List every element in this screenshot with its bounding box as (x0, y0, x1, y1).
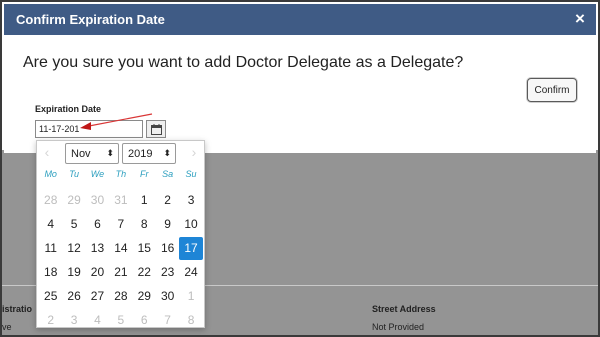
weekday-label: Su (185, 169, 197, 179)
calendar-day[interactable]: 29 (133, 285, 156, 308)
calendar-day[interactable]: 1 (133, 189, 156, 212)
calendar-day-other-month[interactable]: 1 (179, 285, 202, 308)
calendar-day[interactable]: 18 (39, 261, 62, 284)
calendar-day-other-month[interactable]: 28 (39, 189, 62, 212)
calendar-day[interactable]: 11 (39, 237, 62, 260)
chevron-left-icon[interactable]: ‹ (40, 145, 54, 159)
calendar-icon (150, 123, 162, 135)
calendar-day[interactable]: 26 (62, 285, 85, 308)
calendar-day[interactable]: 23 (156, 261, 179, 284)
bg-column-label-1: istratio (2, 304, 33, 314)
close-icon[interactable]: × (571, 10, 589, 28)
weekday-label: Fr (140, 169, 149, 179)
calendar-day[interactable]: 10 (179, 213, 202, 236)
calendar-day[interactable]: 25 (39, 285, 62, 308)
calendar-day-other-month[interactable]: 2 (39, 309, 62, 332)
calendar-day[interactable]: 28 (109, 285, 132, 308)
weekday-label: We (90, 169, 105, 179)
calendar-day[interactable]: 21 (109, 261, 132, 284)
calendar-day[interactable]: 30 (156, 285, 179, 308)
expiration-date-label: Expiration Date (35, 104, 102, 114)
month-select-value: Nov (71, 147, 91, 160)
calendar-day-other-month[interactable]: 4 (86, 309, 109, 332)
calendar-day[interactable]: 2 (156, 189, 179, 212)
calendar-day-other-month[interactable]: 6 (133, 309, 156, 332)
bg-street-address-value: Not Provided (372, 322, 425, 332)
weekday-label: Th (115, 169, 127, 179)
calendar-week-row: 25 26 27 28 29 30 1 (39, 285, 203, 309)
calendar-day[interactable]: 12 (62, 237, 85, 260)
weekday-header: Mo Tu We Th Fr Sa Su (39, 169, 203, 179)
calendar-day[interactable]: 15 (133, 237, 156, 260)
calendar-week-row: 2345678 (39, 309, 203, 333)
confirm-expiration-modal: Confirm Expiration Date × Are you sure y… (4, 4, 596, 153)
calendar-day[interactable]: 19 (62, 261, 85, 284)
calendar-day-other-month[interactable]: 5 (109, 309, 132, 332)
calendar-day-other-month[interactable]: 3 (62, 309, 85, 332)
calendar-grid: 28 29 30 31 1 2 3 4 5 6 7 8 9 10 11 12 13 14 15 16 17 18 19 20 2… (39, 189, 203, 333)
calendar-day[interactable]: 5 (62, 213, 85, 236)
screenshot-frame: istratio ve Street Address Not Provided … (0, 0, 600, 337)
expiration-date-input[interactable] (35, 120, 143, 138)
calendar-day-other-month[interactable]: 29 (62, 189, 85, 212)
calendar-day-other-month[interactable]: 30 (86, 189, 109, 212)
calendar-day[interactable]: 8 (133, 213, 156, 236)
weekday-label: Sa (162, 169, 174, 179)
bg-street-address-label: Street Address (372, 304, 436, 314)
bg-column-value-1: ve (2, 322, 12, 332)
calendar-week-row: 18 19 20 21 22 23 24 (39, 261, 203, 285)
calendar-day[interactable]: 13 (86, 237, 109, 260)
month-select[interactable]: Nov ⬍ (65, 143, 119, 164)
calendar-week-row: 11 12 13 14 15 16 17 (39, 237, 203, 261)
calendar-day-other-month[interactable]: 31 (109, 189, 132, 212)
modal-title: Confirm Expiration Date (16, 12, 165, 27)
calendar-day[interactable]: 4 (39, 213, 62, 236)
chevron-right-icon[interactable]: › (187, 145, 201, 159)
calendar-day[interactable]: 3 (179, 189, 202, 212)
calendar-day[interactable]: 9 (156, 213, 179, 236)
calendar-day[interactable]: 27 (86, 285, 109, 308)
calendar-day[interactable]: 20 (86, 261, 109, 284)
confirmation-question: Are you sure you want to add Doctor Dele… (23, 54, 464, 71)
weekday-label: Mo (44, 169, 57, 179)
datepicker-header: ‹ Nov ⬍ 2019 ⬍ › (37, 141, 204, 165)
calendar-day[interactable]: 24 (179, 261, 202, 284)
calendar-week-row: 28 29 30 31 1 2 3 (39, 189, 203, 213)
datepicker: ‹ Nov ⬍ 2019 ⬍ › Mo Tu We Th Fr Sa Su 28… (36, 140, 205, 328)
calendar-day[interactable]: 6 (86, 213, 109, 236)
calendar-day-other-month[interactable]: 8 (179, 309, 202, 332)
calendar-day[interactable]: 14 (109, 237, 132, 260)
select-arrow-icon: ⬍ (163, 148, 171, 158)
select-arrow-icon: ⬍ (106, 148, 114, 158)
calendar-day-other-month[interactable]: 7 (156, 309, 179, 332)
calendar-day[interactable]: 16 (156, 237, 179, 260)
year-select-value: 2019 (128, 147, 153, 160)
calendar-day[interactable]: 7 (109, 213, 132, 236)
calendar-button[interactable] (146, 120, 166, 138)
year-select[interactable]: 2019 ⬍ (122, 143, 176, 164)
calendar-week-row: 4 5 6 7 8 9 10 (39, 213, 203, 237)
calendar-day[interactable]: 22 (133, 261, 156, 284)
calendar-day-selected[interactable]: 17 (179, 237, 203, 260)
modal-header: Confirm Expiration Date × (4, 4, 596, 35)
confirm-button[interactable]: Confirm (527, 78, 577, 102)
weekday-label: Tu (69, 169, 79, 179)
